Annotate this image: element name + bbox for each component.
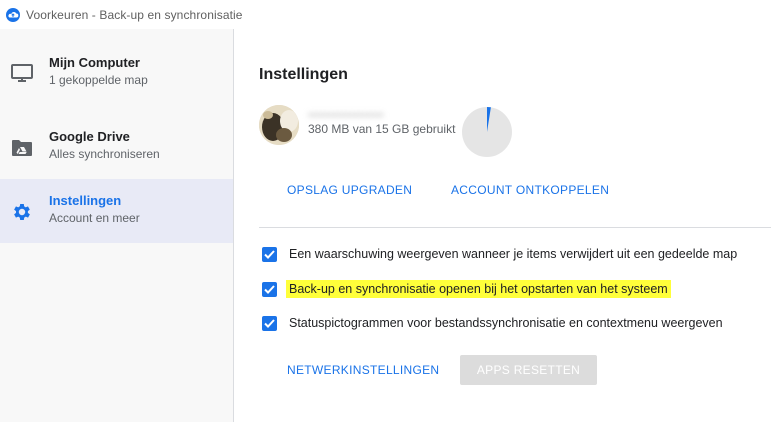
page-title: Instellingen xyxy=(259,66,348,83)
sidebar-item-title: Mijn Computer xyxy=(49,55,140,70)
sidebar-item-google-drive[interactable]: Google Drive Alles synchroniseren xyxy=(0,115,233,179)
option-label: Statuspictogrammen voor bestandssynchron… xyxy=(289,316,723,330)
sidebar-item-subtitle: 1 gekoppelde map xyxy=(49,73,148,87)
monitor-icon xyxy=(10,62,34,86)
sidebar-item-title: Instellingen xyxy=(49,193,122,208)
storage-usage-text: 380 MB van 15 GB gebruikt xyxy=(308,122,456,136)
reset-apps-button[interactable]: APPS RESETTEN xyxy=(460,355,597,385)
sidebar-item-title: Google Drive xyxy=(49,129,130,144)
account-email: •••••••••••••••••• xyxy=(308,108,384,122)
sidebar-item-settings[interactable]: Instellingen Account en meer xyxy=(0,179,233,243)
option-open-on-startup[interactable]: Back-up en synchronisatie openen bij het… xyxy=(262,279,671,299)
gear-icon xyxy=(10,200,34,224)
sidebar-item-subtitle: Alles synchroniseren xyxy=(49,147,160,161)
option-label: Back-up en synchronisatie openen bij het… xyxy=(286,280,671,298)
checkbox-checked-icon[interactable] xyxy=(262,281,277,297)
upgrade-storage-button[interactable]: OPSLAG UPGRADEN xyxy=(287,183,412,197)
sidebar-item-subtitle: Account en meer xyxy=(49,211,140,225)
option-status-icons[interactable]: Statuspictogrammen voor bestandssynchron… xyxy=(262,313,726,333)
sidebar-item-my-computer[interactable]: Mijn Computer 1 gekoppelde map xyxy=(0,41,233,105)
storage-usage-pie xyxy=(462,107,512,157)
disconnect-account-button[interactable]: ACCOUNT ONTKOPPELEN xyxy=(451,183,609,197)
checkbox-checked-icon[interactable] xyxy=(262,315,277,331)
option-warn-shared-delete[interactable]: Een waarschuwing weergeven wanneer je it… xyxy=(262,244,740,264)
window-title: Voorkeuren - Back-up en synchronisatie xyxy=(26,7,243,22)
avatar xyxy=(259,105,299,145)
backup-sync-cloud-icon xyxy=(5,7,21,23)
settings-panel: Instellingen •••••••••••••••••• 380 MB v… xyxy=(235,29,781,422)
divider xyxy=(259,227,771,228)
network-settings-button[interactable]: NETWERKINSTELLINGEN xyxy=(287,363,439,377)
option-label: Een waarschuwing weergeven wanneer je it… xyxy=(289,247,738,261)
checkbox-checked-icon[interactable] xyxy=(262,246,277,262)
drive-folder-icon xyxy=(10,136,34,160)
title-bar: Voorkeuren - Back-up en synchronisatie xyxy=(0,0,781,29)
sidebar: Mijn Computer 1 gekoppelde map Google Dr… xyxy=(0,29,234,422)
